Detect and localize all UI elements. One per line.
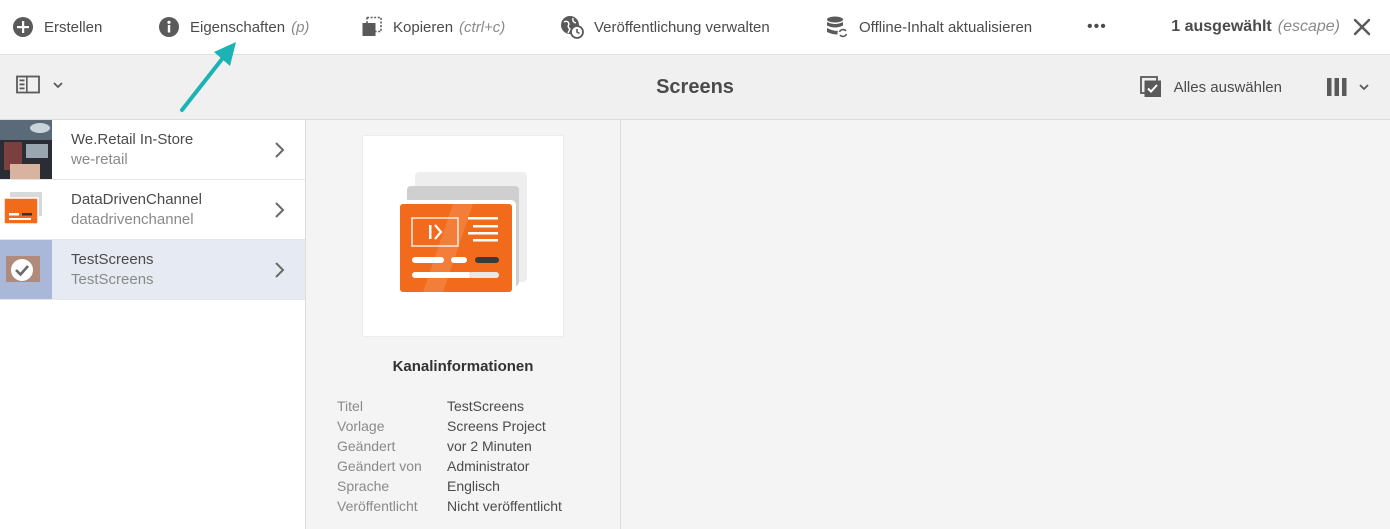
chevron-down-icon bbox=[1359, 84, 1369, 91]
copy-button[interactable]: Kopieren (ctrl+c) bbox=[361, 0, 505, 54]
select-all-label: Alles auswählen bbox=[1173, 78, 1282, 96]
more-actions-button[interactable]: ••• bbox=[1087, 0, 1107, 54]
list-item-title: We.Retail In-Store bbox=[71, 131, 194, 148]
database-sync-icon bbox=[827, 16, 849, 39]
thumbnail-image bbox=[0, 240, 52, 299]
more-icon: ••• bbox=[1087, 18, 1107, 35]
list-item-subtitle: datadrivenchannel bbox=[71, 211, 194, 228]
details-heading: Kanalinformationen bbox=[392, 358, 534, 375]
metadata-row: Vorlage Screens Project bbox=[337, 418, 562, 438]
metadata-row: Geändert von Administrator bbox=[337, 458, 562, 478]
thumbnail-image bbox=[0, 120, 52, 179]
thumbnail-image bbox=[0, 180, 52, 239]
metadata-label: Vorlage bbox=[337, 418, 385, 434]
metadata-label: Titel bbox=[337, 398, 363, 414]
metadata-value: Englisch bbox=[447, 478, 500, 494]
annotation-arrow-icon bbox=[180, 42, 236, 112]
chevron-right-icon bbox=[275, 142, 285, 158]
list-item-selected[interactable]: TestScreens TestScreens bbox=[0, 240, 305, 300]
close-selection-button[interactable] bbox=[1350, 15, 1374, 39]
metadata-value: Screens Project bbox=[447, 418, 546, 434]
metadata-value: vor 2 Minuten bbox=[447, 438, 532, 454]
selection-count: 1 ausgewählt (escape) bbox=[1171, 0, 1340, 54]
close-icon bbox=[1353, 18, 1371, 36]
update-offline-content-button[interactable]: Offline-Inhalt aktualisieren bbox=[825, 0, 1032, 54]
properties-shortcut: (p) bbox=[291, 18, 310, 36]
info-icon bbox=[159, 17, 179, 37]
column-list: We.Retail In-Store we-retail DataDrivenC… bbox=[0, 120, 306, 529]
copy-label: Kopieren bbox=[393, 18, 454, 36]
metadata-value: Administrator bbox=[447, 458, 530, 474]
create-button[interactable]: Erstellen bbox=[12, 0, 102, 54]
metadata-label: Sprache bbox=[337, 478, 390, 494]
copy-shortcut: (ctrl+c) bbox=[459, 18, 506, 36]
metadata-label: Veröffentlicht bbox=[337, 498, 418, 514]
list-item[interactable]: DataDrivenChannel datadrivenchannel bbox=[0, 180, 305, 240]
list-item[interactable]: We.Retail In-Store we-retail bbox=[0, 120, 305, 180]
view-switcher-button[interactable] bbox=[1326, 77, 1372, 97]
metadata-list: Titel TestScreens Vorlage Screens Projec… bbox=[337, 398, 562, 518]
list-item-title: DataDrivenChannel bbox=[71, 191, 202, 208]
manage-publication-button[interactable]: Veröffentlichung verwalten bbox=[560, 0, 770, 54]
list-item-subtitle: TestScreens bbox=[71, 271, 154, 288]
chevron-right-icon bbox=[275, 202, 285, 218]
selection-shortcut: (escape) bbox=[1277, 18, 1340, 35]
manage-publication-label: Veröffentlichung verwalten bbox=[594, 18, 770, 36]
checkbox-multiple-icon bbox=[1139, 76, 1161, 97]
properties-label: Eigenschaften bbox=[190, 18, 286, 36]
chevron-right-icon bbox=[275, 262, 285, 278]
metadata-row: Sprache Englisch bbox=[337, 478, 562, 498]
column-view-icon bbox=[1327, 78, 1347, 96]
list-item-subtitle: we-retail bbox=[71, 151, 128, 168]
selection-label: 1 ausgewählt bbox=[1171, 18, 1272, 35]
create-label: Erstellen bbox=[44, 18, 103, 36]
globe-clock-icon bbox=[561, 16, 584, 39]
metadata-row: Titel TestScreens bbox=[337, 398, 562, 418]
list-item-title: TestScreens bbox=[71, 251, 154, 268]
metadata-row: Veröffentlicht Nicht veröffentlicht bbox=[337, 498, 562, 518]
update-offline-content-label: Offline-Inhalt aktualisieren bbox=[859, 18, 1033, 36]
metadata-value: TestScreens bbox=[447, 398, 525, 414]
details-panel: Kanalinformationen Titel TestScreens Vor… bbox=[306, 120, 621, 529]
select-all-button[interactable]: Alles auswählen bbox=[1139, 55, 1282, 119]
channel-thumbnail bbox=[363, 136, 563, 336]
metadata-label: Geändert bbox=[337, 438, 396, 454]
plus-circle-icon bbox=[13, 17, 33, 37]
metadata-value: Nicht veröffentlicht bbox=[447, 498, 562, 514]
metadata-label: Geändert von bbox=[337, 458, 422, 474]
copy-icon bbox=[362, 16, 382, 36]
metadata-row: Geändert vor 2 Minuten bbox=[337, 438, 562, 458]
